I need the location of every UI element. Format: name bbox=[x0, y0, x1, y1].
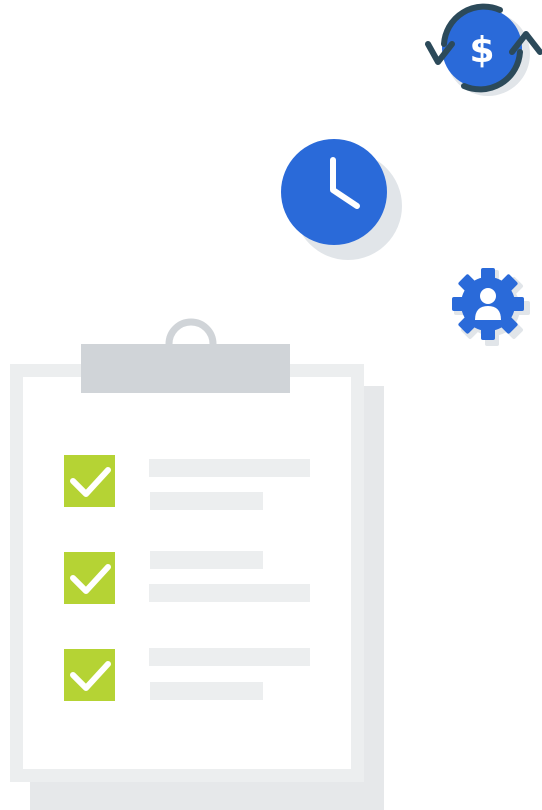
text-line-placeholder bbox=[150, 682, 263, 700]
clock-icon bbox=[281, 139, 402, 260]
clipboard-icon bbox=[10, 318, 384, 810]
text-line-placeholder bbox=[150, 492, 263, 510]
text-line-placeholder bbox=[150, 551, 263, 569]
dollar-symbol: $ bbox=[469, 30, 494, 71]
clip-bar bbox=[81, 344, 290, 393]
text-line-placeholder bbox=[149, 648, 310, 666]
text-line-placeholder bbox=[149, 459, 310, 477]
user-settings-icon bbox=[452, 268, 530, 346]
text-line-placeholder bbox=[149, 584, 310, 602]
illustration-canvas: $ bbox=[0, 0, 542, 810]
gear-body bbox=[452, 268, 524, 340]
currency-exchange-icon: $ bbox=[425, 3, 542, 96]
person-head bbox=[480, 288, 496, 304]
checklist-illustration: $ bbox=[10, 3, 542, 810]
